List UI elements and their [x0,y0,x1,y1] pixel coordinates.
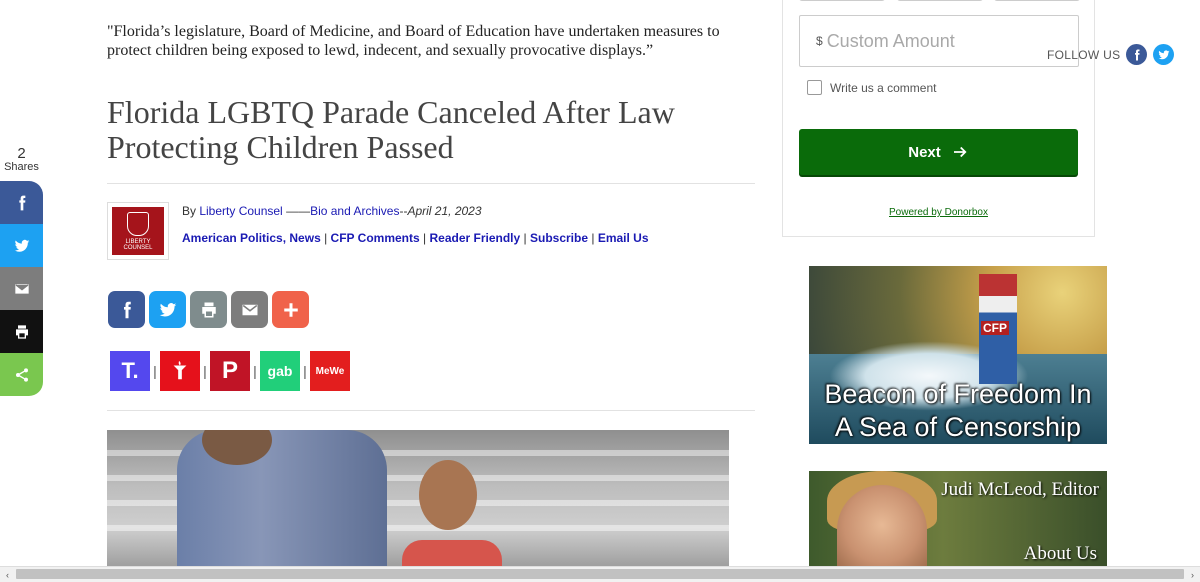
gab-button[interactable]: gab [260,351,300,391]
facebook-share-button[interactable] [108,291,145,328]
article-title: Florida LGBTQ Parade Canceled After Law … [107,94,675,165]
cfp-badge: CFP [981,321,1009,335]
separator: | [320,231,331,245]
next-label: Next [908,143,941,161]
share-icon [15,367,28,382]
arrow-right-icon [953,146,967,158]
byline: By Liberty Counsel ——Bio and Archives--A… [182,204,482,218]
custom-amount-input[interactable]: $ Custom Amount [799,15,1079,67]
category-news[interactable]: News [289,231,320,245]
twitter-icon [14,239,29,252]
share-count-label: Shares [4,161,39,173]
liberty-counsel-logo: LIBERTY COUNSEL [112,207,164,255]
crest-icon [127,212,149,236]
facebook-icon [1134,49,1140,60]
byline-sep: —— [282,204,311,218]
more-share-button[interactable] [272,291,309,328]
twitter-share-button[interactable] [149,291,186,328]
print-icon [15,324,28,339]
horizontal-scrollbar[interactable]: ‹ › [0,566,1200,582]
amount-option[interactable] [897,0,983,1]
email-us-link[interactable]: Email Us [598,231,649,245]
twitter-icon [159,302,176,316]
print-share-button[interactable] [190,291,227,328]
comment-checkbox[interactable] [807,80,822,95]
email-icon [242,304,257,315]
email-share-button[interactable] [231,291,268,328]
facebook-icon [123,301,131,318]
divider [107,183,755,184]
separator: | [588,231,598,245]
separator: | [520,231,530,245]
category-cfp-comments[interactable]: CFP Comments [331,231,420,245]
scroll-left-arrow[interactable]: ‹ [0,567,15,582]
rail-share-button[interactable] [0,353,43,396]
subscribe-link[interactable]: Subscribe [530,231,588,245]
twitter-icon [1158,49,1170,59]
amount-option[interactable] [799,0,885,1]
about-us-banner[interactable]: Judi McLeod, Editor About Us [809,471,1107,571]
amount-option[interactable] [994,0,1080,1]
write-comment-option[interactable]: Write us a comment [807,80,936,95]
separator: | [203,363,207,379]
gettr-button[interactable] [160,351,200,391]
banner-title: Beacon of Freedom In A Sea of Censorship [809,378,1107,444]
floating-share-bar: 2 Shares [0,146,43,396]
separator: | [253,363,257,379]
divider [107,410,755,411]
about-us-link[interactable]: About Us [1024,543,1097,565]
rail-twitter-button[interactable] [0,224,43,267]
parler-icon: P [221,357,238,384]
category-links: American Politics, News | CFP Comments |… [182,231,649,245]
bio-archives-link[interactable]: Bio and Archives [310,204,399,218]
email-icon [14,283,29,294]
author-avatar[interactable]: LIBERTY COUNSEL [107,202,169,260]
print-icon [201,302,216,317]
currency-symbol: $ [816,34,823,48]
rail-print-button[interactable] [0,310,43,353]
category-reader-friendly[interactable]: Reader Friendly [429,231,520,245]
alt-platform-links: T. | | P | gab | MeWe [110,351,350,391]
plus-icon [283,302,298,317]
follow-us: FOLLOW US [1047,44,1175,65]
mewe-button[interactable]: MeWe [310,351,350,391]
author-link[interactable]: Liberty Counsel [199,204,282,218]
gab-icon: gab [267,363,293,379]
share-count: 2 Shares [0,146,43,173]
follow-facebook-button[interactable] [1126,44,1148,65]
beacon-of-freedom-banner[interactable]: CFP Beacon of Freedom In A Sea of Censor… [809,266,1107,444]
mewe-icon: MeWe [315,365,345,377]
facebook-icon [18,195,25,210]
banner-line-2: A Sea of Censorship [834,412,1082,442]
custom-amount-placeholder: Custom Amount [826,30,955,51]
byline-prefix: By [182,204,200,218]
separator: | [419,231,430,245]
separator: | [303,363,307,379]
editor-photo [837,485,927,571]
scrollbar-thumb[interactable] [16,569,1184,579]
truth-social-button[interactable]: T. [110,351,150,391]
article-featured-image [107,430,729,570]
follow-twitter-button[interactable] [1153,44,1175,65]
banner-line-1: Beacon of Freedom In [824,379,1092,409]
category-american-politics[interactable]: American Politics [182,231,283,245]
next-button[interactable]: Next [799,129,1078,175]
publish-date: April 21, 2023 [407,204,482,218]
truth-social-icon: T. [121,358,139,383]
article-share-buttons [108,291,309,328]
editor-name: Judi McLeod, Editor [941,479,1099,500]
article-pull-quote: "Florida’s legislature, Board of Medicin… [107,23,720,59]
donation-widget: $ Custom Amount Write us a comment Next … [782,0,1095,237]
gettr-icon [173,360,187,380]
separator: | [153,363,157,379]
share-count-number: 2 [17,145,26,162]
comment-label: Write us a comment [830,80,937,95]
logo-text: LIBERTY COUNSEL [123,239,153,251]
scroll-right-arrow[interactable]: › [1185,567,1200,582]
rail-facebook-button[interactable] [0,181,43,224]
parler-button[interactable]: P [210,351,250,391]
rail-email-button[interactable] [0,267,43,310]
powered-by-donorbox-link[interactable]: Powered by Donorbox [783,207,1094,218]
follow-us-label: FOLLOW US [1047,47,1121,62]
